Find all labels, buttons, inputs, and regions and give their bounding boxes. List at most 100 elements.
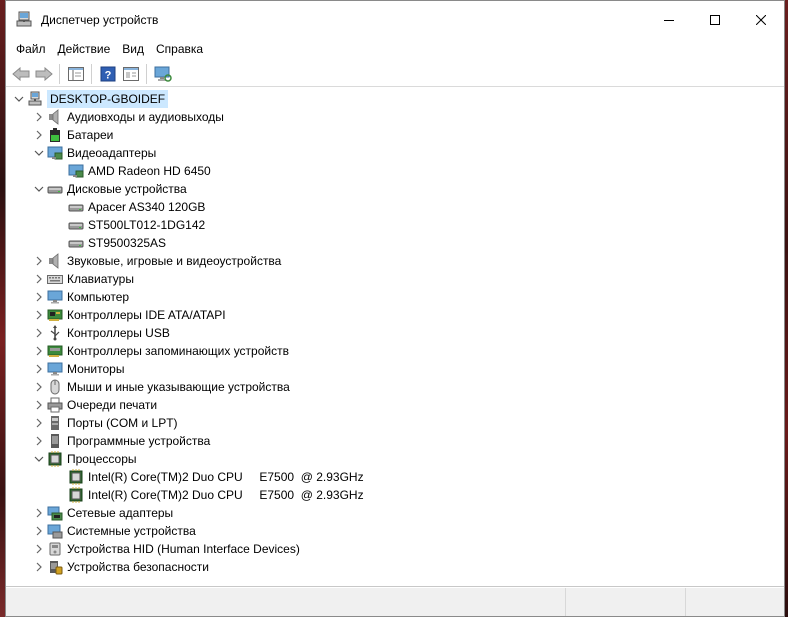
chevron-right-icon[interactable] <box>31 360 47 378</box>
tree-category[interactable]: Компьютер <box>31 288 129 306</box>
chevron-right-icon[interactable] <box>31 378 47 396</box>
tree-category[interactable]: Видеоадаптеры <box>31 144 156 162</box>
tree-category[interactable]: Мониторы <box>31 360 124 378</box>
tree-category-label[interactable]: Контроллеры IDE ATA/ATAPI <box>67 306 226 324</box>
tree-device-label[interactable]: Intel(R) Core(TM)2 Duo CPU E7500 @ 2.93G… <box>88 468 364 486</box>
disk-drive-icon <box>68 217 84 233</box>
tree-category[interactable]: Устройства HID (Human Interface Devices) <box>31 540 300 558</box>
chevron-right-icon[interactable] <box>31 396 47 414</box>
maximize-button[interactable] <box>692 1 738 39</box>
close-button[interactable] <box>738 1 784 39</box>
chevron-right-icon[interactable] <box>31 414 47 432</box>
forward-button[interactable] <box>32 63 55 85</box>
chevron-right-icon[interactable] <box>31 108 47 126</box>
tree-category-label[interactable]: Звуковые, игровые и видеоустройства <box>67 252 281 270</box>
tree-category[interactable]: Контроллеры USB <box>31 324 170 342</box>
tree-root[interactable]: DESKTOP-GBOIDEF <box>11 90 169 108</box>
help-button[interactable]: ? <box>96 63 119 85</box>
tree-device-label[interactable]: AMD Radeon HD 6450 <box>88 162 211 180</box>
tree-category-label[interactable]: Клавиатуры <box>67 270 134 288</box>
computer-icon <box>27 91 43 107</box>
menu-file[interactable]: Файл <box>10 39 52 59</box>
chevron-right-icon[interactable] <box>31 342 47 360</box>
chevron-right-icon[interactable] <box>31 288 47 306</box>
tree-device-item[interactable]: ST500LT012-1DG142 <box>68 216 205 234</box>
device-tree[interactable]: DESKTOP-GBOIDEF Аудиовходы и аудиовыходы… <box>6 89 784 587</box>
minimize-button[interactable] <box>646 1 692 39</box>
toolbar-separator <box>146 63 147 84</box>
printer-icon <box>47 397 63 413</box>
menu-view[interactable]: Вид <box>116 39 150 59</box>
chevron-down-icon[interactable] <box>31 144 47 162</box>
tree-category-label[interactable]: Аудиовходы и аудиовыходы <box>67 108 224 126</box>
tree-category-label[interactable]: Контроллеры USB <box>67 324 170 342</box>
tree-category[interactable]: Сетевые адаптеры <box>31 504 173 522</box>
tree-category[interactable]: Очереди печати <box>31 396 157 414</box>
chevron-right-icon[interactable] <box>31 540 47 558</box>
tree-category[interactable]: Дисковые устройства <box>31 180 187 198</box>
tree-category[interactable]: Программные устройства <box>31 432 210 450</box>
tree-device-item[interactable]: Apacer AS340 120GB <box>68 198 205 216</box>
chevron-right-icon[interactable] <box>31 522 47 540</box>
chevron-right-icon[interactable] <box>31 252 47 270</box>
scan-hardware-button[interactable] <box>151 63 174 85</box>
tree-category-label[interactable]: Компьютер <box>67 288 129 306</box>
menu-help[interactable]: Справка <box>150 39 209 59</box>
chevron-right-icon[interactable] <box>31 324 47 342</box>
tree-category[interactable]: Аудиовходы и аудиовыходы <box>31 108 224 126</box>
tree-category[interactable]: Системные устройства <box>31 522 196 540</box>
tree-category[interactable]: Звуковые, игровые и видеоустройства <box>31 252 281 270</box>
chevron-right-icon[interactable] <box>31 504 47 522</box>
tree-category-label[interactable]: Мониторы <box>67 360 124 378</box>
back-button[interactable] <box>9 63 32 85</box>
chevron-right-icon[interactable] <box>31 432 47 450</box>
tree-device-label[interactable]: Intel(R) Core(TM)2 Duo CPU E7500 @ 2.93G… <box>88 486 364 504</box>
chevron-down-icon[interactable] <box>31 450 47 468</box>
properties-button[interactable] <box>119 63 142 85</box>
tree-category-label[interactable]: Дисковые устройства <box>67 180 187 198</box>
tree-category[interactable]: Батареи <box>31 126 113 144</box>
tree-device-label[interactable]: ST9500325AS <box>88 234 166 252</box>
window-title: Диспетчер устройств <box>41 13 159 27</box>
tree-category-label[interactable]: Устройства безопасности <box>67 558 209 576</box>
tree-category-label[interactable]: Видеоадаптеры <box>67 144 156 162</box>
tree-category-label[interactable]: Батареи <box>67 126 113 144</box>
tree-device-item[interactable]: Intel(R) Core(TM)2 Duo CPU E7500 @ 2.93G… <box>68 468 364 486</box>
tree-device-item[interactable]: AMD Radeon HD 6450 <box>68 162 211 180</box>
tree-category[interactable]: Контроллеры запоминающих устройств <box>31 342 289 360</box>
tree-device-item[interactable]: Intel(R) Core(TM)2 Duo CPU E7500 @ 2.93G… <box>68 486 364 504</box>
chevron-right-icon[interactable] <box>31 306 47 324</box>
title-bar[interactable]: Диспетчер устройств <box>6 1 784 39</box>
root-computer-name[interactable]: DESKTOP-GBOIDEF <box>47 90 169 108</box>
chevron-down-icon[interactable] <box>31 180 47 198</box>
close-icon <box>756 15 766 25</box>
tree-device-label[interactable]: ST500LT012-1DG142 <box>88 216 205 234</box>
tree-category-label[interactable]: Процессоры <box>67 450 137 468</box>
tree-category[interactable]: Контроллеры IDE ATA/ATAPI <box>31 306 226 324</box>
tree-category-label[interactable]: Порты (COM и LPT) <box>67 414 178 432</box>
tree-device-label[interactable]: Apacer AS340 120GB <box>88 198 205 216</box>
tree-category-label[interactable]: Устройства HID (Human Interface Devices) <box>67 540 300 558</box>
tree-category-label[interactable]: Очереди печати <box>67 396 157 414</box>
show-hide-console-tree-button[interactable] <box>64 63 87 85</box>
tree-category[interactable]: Устройства безопасности <box>31 558 209 576</box>
tree-category[interactable]: Процессоры <box>31 450 137 468</box>
tree-category-label[interactable]: Системные устройства <box>67 522 196 540</box>
tree-category[interactable]: Клавиатуры <box>31 270 134 288</box>
tree-category-label[interactable]: Контроллеры запоминающих устройств <box>67 342 289 360</box>
monitor-icon <box>47 289 63 305</box>
chevron-right-icon[interactable] <box>31 270 47 288</box>
tree-device-item[interactable]: ST9500325AS <box>68 234 166 252</box>
status-cell-2 <box>566 588 686 616</box>
disk-drive-icon <box>68 199 84 215</box>
chevron-down-icon[interactable] <box>11 90 27 108</box>
monitor-icon <box>47 361 63 377</box>
chevron-right-icon[interactable] <box>31 558 47 576</box>
tree-category[interactable]: Мыши и иные указывающие устройства <box>31 378 290 396</box>
tree-category-label[interactable]: Программные устройства <box>67 432 210 450</box>
tree-category-label[interactable]: Сетевые адаптеры <box>67 504 173 522</box>
chevron-right-icon[interactable] <box>31 126 47 144</box>
tree-category-label[interactable]: Мыши и иные указывающие устройства <box>67 378 290 396</box>
tree-category[interactable]: Порты (COM и LPT) <box>31 414 178 432</box>
menu-action[interactable]: Действие <box>52 39 117 59</box>
